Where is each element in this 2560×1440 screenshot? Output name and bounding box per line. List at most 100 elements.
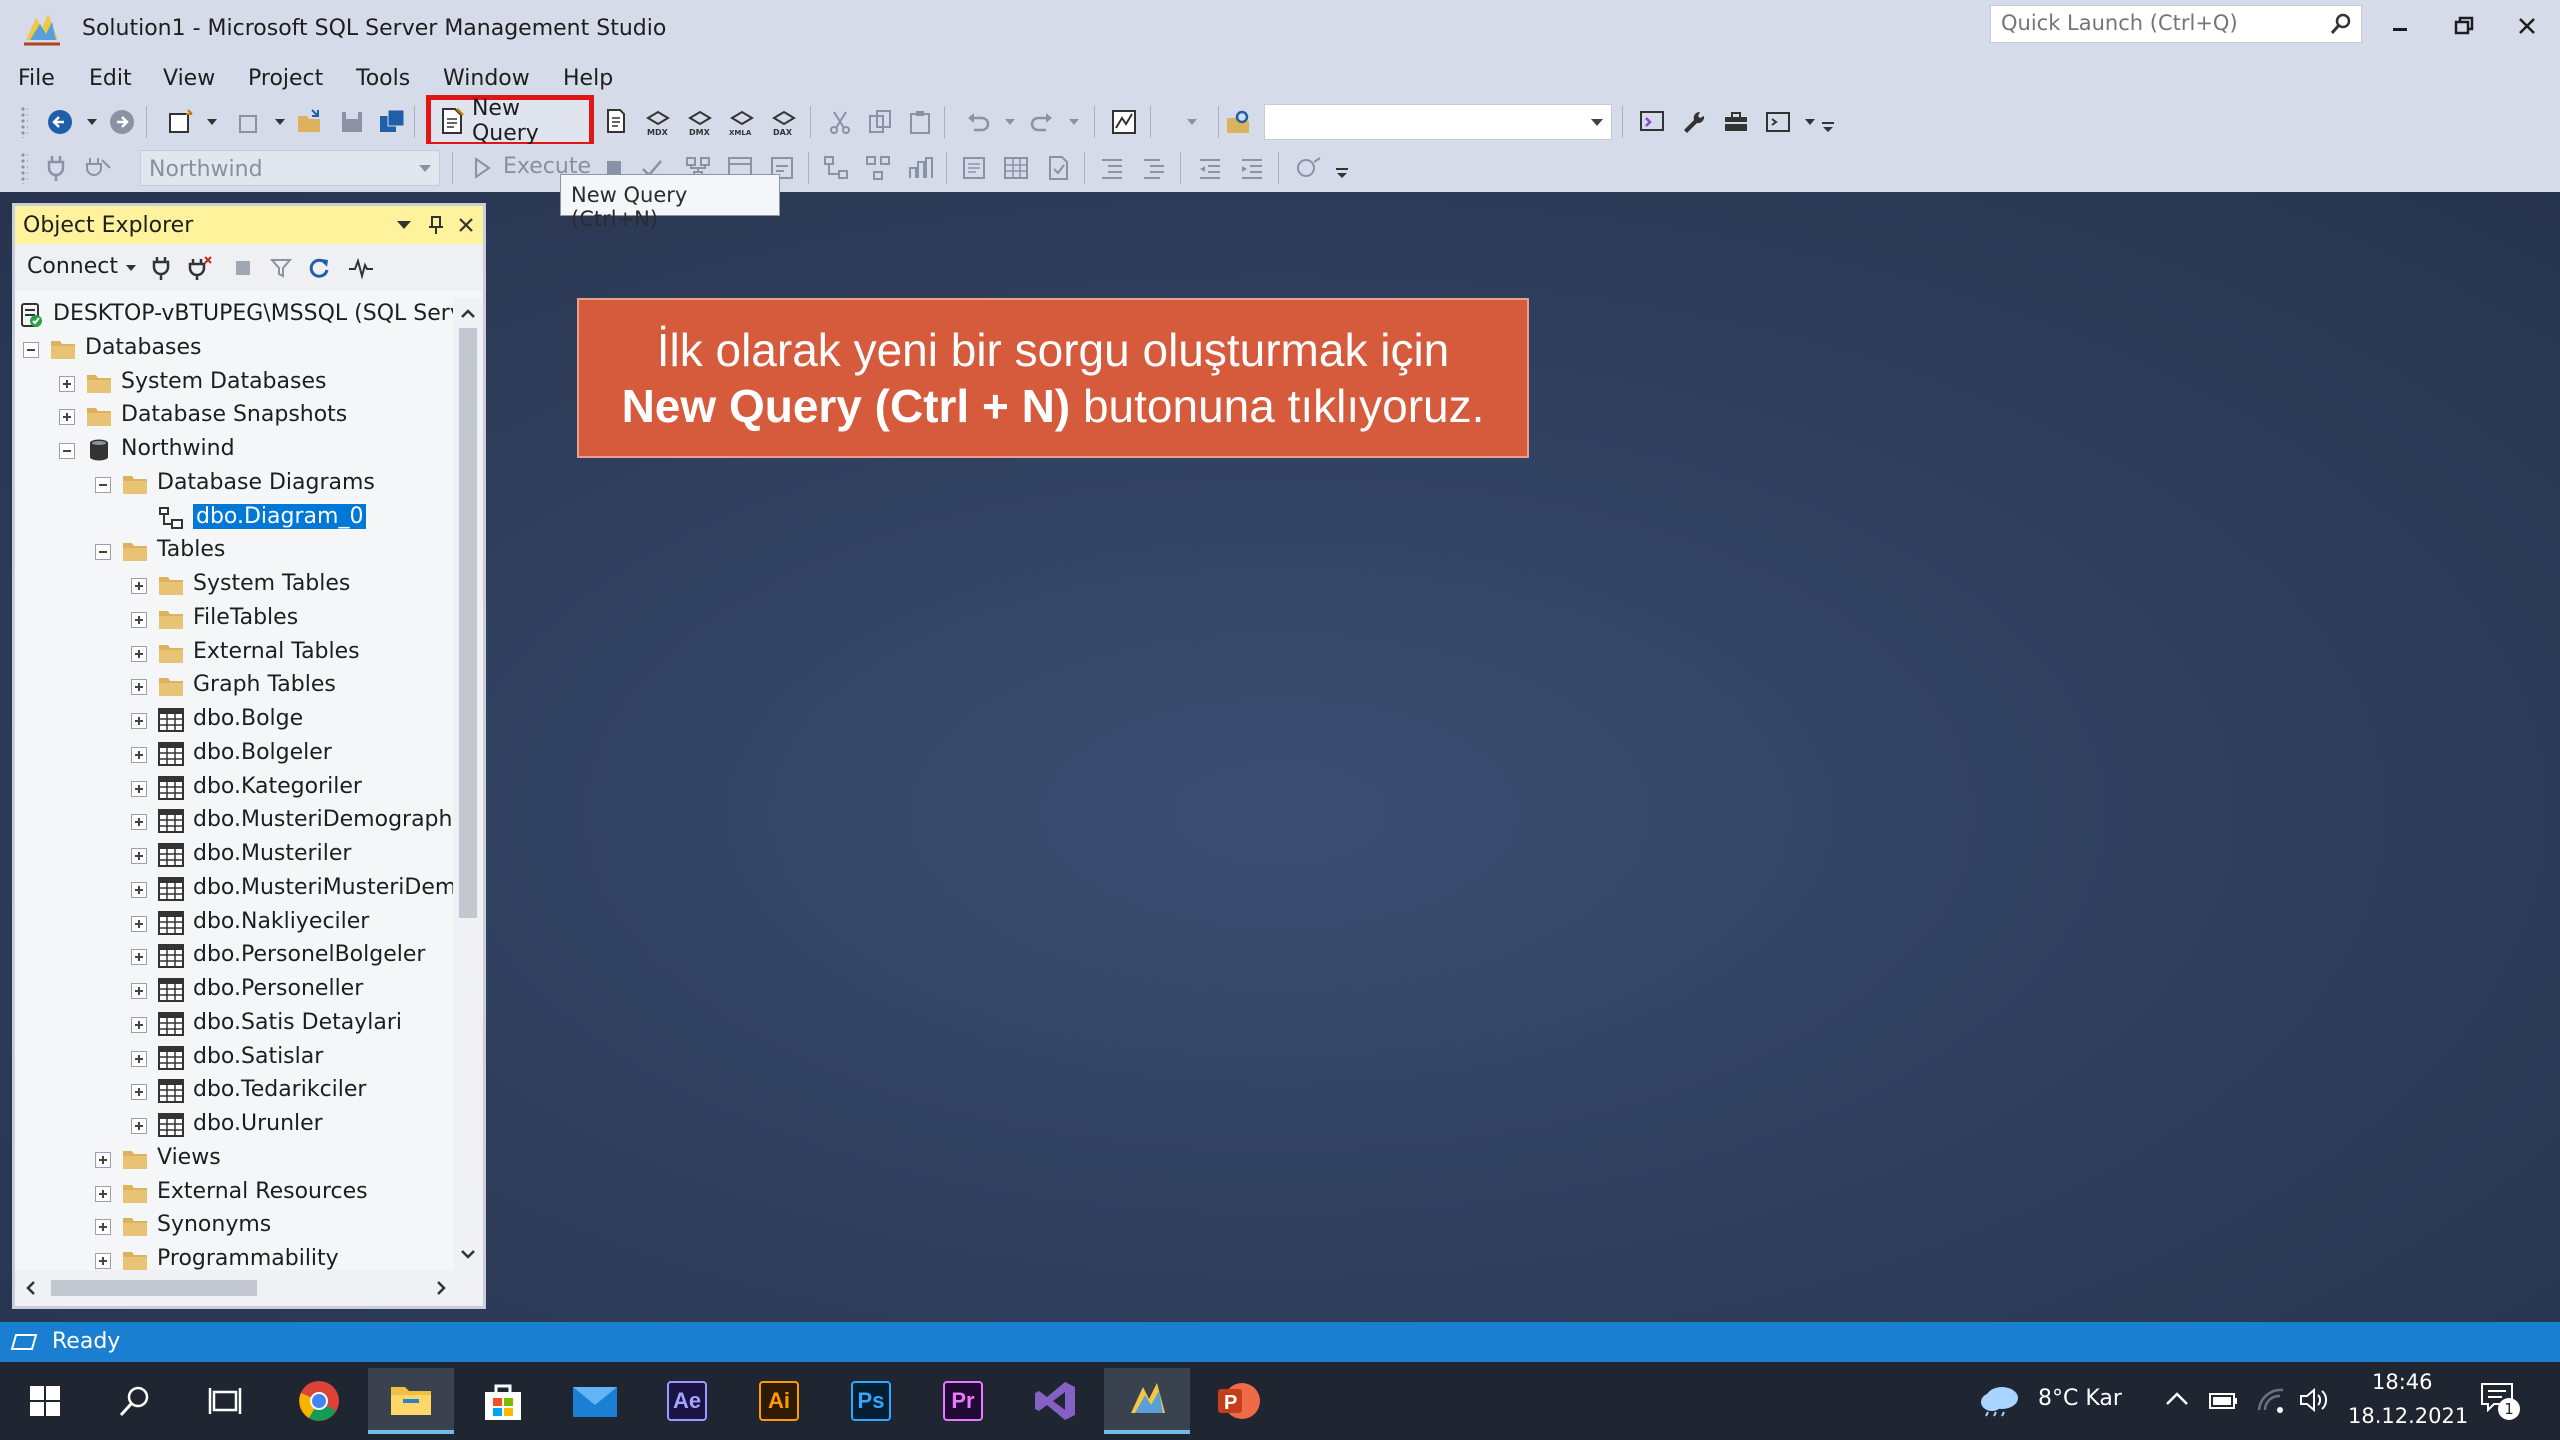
database-combo[interactable]: Northwind (140, 150, 440, 186)
tree-node[interactable]: Databases (15, 332, 453, 366)
expand-icon[interactable] (131, 646, 147, 662)
back-dropdown[interactable] (76, 106, 108, 138)
find-combo[interactable] (1264, 104, 1612, 140)
save-all-button[interactable] (376, 106, 408, 138)
expand-icon[interactable] (131, 949, 147, 965)
quick-launch[interactable] (1990, 5, 2362, 43)
tree-node[interactable]: Synonyms (15, 1209, 453, 1243)
decrease-indent-button[interactable] (1194, 152, 1226, 184)
auto-hide-button[interactable] (423, 212, 449, 238)
task-view-button[interactable] (182, 1368, 268, 1434)
tree-node[interactable]: System Databases (15, 366, 453, 400)
tree-node[interactable]: dbo.Kategoriler (15, 771, 453, 805)
tree-node[interactable]: dbo.Tedarikciler (15, 1074, 453, 1108)
expand-icon[interactable] (131, 1084, 147, 1100)
mdx-query-button[interactable]: MDX (642, 106, 674, 138)
tree-node[interactable]: Database Diagrams (15, 467, 453, 501)
tree-node[interactable]: dbo.Satislar (15, 1041, 453, 1075)
visual-studio-app[interactable] (1012, 1368, 1098, 1434)
scroll-left-icon[interactable] (19, 1273, 43, 1303)
tree-node[interactable]: dbo.Bolge (15, 703, 453, 737)
expand-icon[interactable] (131, 747, 147, 763)
collapse-icon[interactable] (95, 544, 111, 560)
connect-object-button[interactable] (145, 252, 177, 284)
tree-node[interactable]: FileTables (15, 602, 453, 636)
menu-project[interactable]: Project (248, 64, 323, 93)
cut-button[interactable] (824, 106, 856, 138)
weather-cloud-icon[interactable] (1978, 1382, 2022, 1418)
tree-node[interactable]: dbo.MusteriMusteriDemo (15, 872, 453, 906)
expand-icon[interactable] (131, 1017, 147, 1033)
tree-node[interactable]: dbo.MusteriDemographic (15, 804, 453, 838)
expand-icon[interactable] (131, 578, 147, 594)
refresh-button[interactable] (303, 252, 335, 284)
specify-template-values-button[interactable] (1292, 152, 1324, 184)
chrome-app[interactable] (276, 1368, 362, 1434)
battery-icon[interactable] (2208, 1386, 2238, 1412)
ssms-app[interactable] (1104, 1368, 1190, 1434)
horizontal-scroll-thumb[interactable] (51, 1280, 257, 1296)
search-button[interactable] (92, 1368, 178, 1434)
close-panel-button[interactable] (453, 212, 479, 238)
expand-icon[interactable] (95, 1253, 111, 1269)
restore-button[interactable] (2442, 8, 2486, 44)
xmla-query-button[interactable]: XMLA (726, 106, 758, 138)
tree-node[interactable]: Database Snapshots (15, 399, 453, 433)
dax-query-button[interactable]: DAX (768, 106, 800, 138)
tree-node[interactable]: dbo.Diagram_0 (15, 501, 453, 535)
copy-button[interactable] (864, 106, 896, 138)
menu-view[interactable]: View (163, 64, 215, 93)
add-item-button[interactable] (232, 106, 264, 138)
tree-node[interactable]: DESKTOP-vBTUPEG\MSSQL (SQL Server (15, 298, 453, 332)
client-statistics-button[interactable] (904, 152, 936, 184)
chevron-up-icon[interactable] (2164, 1388, 2190, 1410)
premiere-app[interactable]: Pr (920, 1368, 1006, 1434)
open-file-button[interactable] (294, 106, 326, 138)
new-query-button[interactable]: New Query (426, 95, 594, 147)
expand-icon[interactable] (131, 713, 147, 729)
store-app[interactable] (460, 1368, 546, 1434)
after-effects-app[interactable]: Ae (644, 1368, 730, 1434)
notification-center-button[interactable]: 1 (2480, 1382, 2524, 1422)
window-position-button[interactable] (391, 212, 417, 238)
redo-button[interactable] (1026, 106, 1058, 138)
object-explorer-tree[interactable]: DESKTOP-vBTUPEG\MSSQL (SQL Server Databas… (15, 298, 453, 1270)
increase-indent-button[interactable] (1236, 152, 1268, 184)
chevron-down-icon[interactable] (1591, 119, 1603, 126)
expand-icon[interactable] (95, 1152, 111, 1168)
tree-node[interactable]: dbo.Bolgeler (15, 737, 453, 771)
close-button[interactable] (2505, 8, 2549, 44)
tree-node[interactable]: dbo.Satis Detaylari (15, 1007, 453, 1041)
tree-node[interactable]: System Tables (15, 568, 453, 602)
results-to-file-button[interactable] (1042, 152, 1074, 184)
wifi-icon[interactable] (2256, 1386, 2286, 1414)
command-window-button[interactable] (1762, 106, 1794, 138)
expand-icon[interactable] (131, 983, 147, 999)
expand-icon[interactable] (131, 679, 147, 695)
mail-app[interactable] (552, 1368, 638, 1434)
volume-icon[interactable] (2298, 1386, 2330, 1414)
undo-button[interactable] (962, 106, 994, 138)
expand-icon[interactable] (131, 781, 147, 797)
forward-button[interactable] (106, 106, 138, 138)
back-button[interactable] (44, 106, 76, 138)
clock-date[interactable]: 18.12.2021 (2348, 1404, 2468, 1428)
live-query-stats-button[interactable] (862, 152, 894, 184)
vertical-scroll-thumb[interactable] (459, 328, 477, 918)
menu-edit[interactable]: Edit (89, 64, 132, 93)
activity-monitor-button[interactable] (345, 252, 377, 284)
toolbar-grip[interactable] (20, 152, 28, 184)
new-project-dropdown[interactable] (196, 106, 228, 138)
toolbar-options-button[interactable] (1818, 114, 1838, 138)
solution-explorer-button[interactable] (1636, 106, 1668, 138)
tree-node[interactable]: Tables (15, 534, 453, 568)
expand-icon[interactable] (131, 848, 147, 864)
undo-dropdown[interactable] (994, 106, 1026, 138)
powerpoint-app[interactable]: P (1196, 1368, 1282, 1434)
connect-button[interactable] (40, 152, 72, 184)
menu-window[interactable]: Window (443, 64, 530, 93)
expand-icon[interactable] (131, 612, 147, 628)
tree-node[interactable]: dbo.Musteriler (15, 838, 453, 872)
chevron-down-icon[interactable] (419, 165, 431, 172)
tree-node[interactable]: Graph Tables (15, 669, 453, 703)
